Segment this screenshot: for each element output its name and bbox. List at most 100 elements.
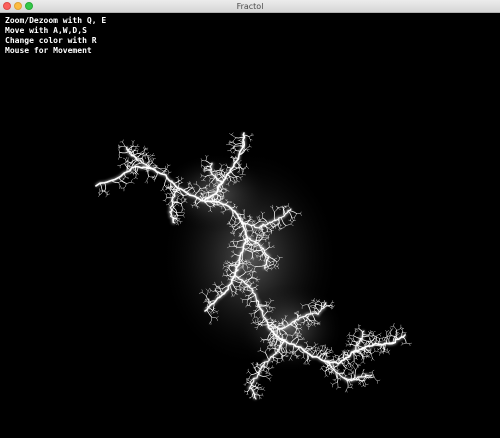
fractal-filament <box>342 350 344 353</box>
fractal-filament <box>134 147 137 151</box>
fractal-filament <box>151 153 154 156</box>
fractal-filament <box>260 387 263 389</box>
fractal-filament <box>328 368 330 373</box>
fractal-filament <box>166 163 169 166</box>
fractal-filament <box>146 176 150 182</box>
fractal-filament <box>269 377 272 380</box>
fractal-filament <box>378 351 381 354</box>
fractal-filament <box>400 343 403 346</box>
fractal-filament <box>246 371 249 374</box>
fractal-filament <box>130 145 132 147</box>
fractal-filament <box>348 363 350 367</box>
instruction-mouse: Mouse for Movement <box>5 46 92 55</box>
fractal-filament <box>247 393 249 396</box>
fractal-canvas[interactable]: Zoom/Dezoom with Q, E Move with A,W,D,S … <box>0 13 500 438</box>
app-window: Fractol Zoom/Dezoom with Q, E Move with … <box>0 0 500 438</box>
fractal-filament <box>248 371 252 375</box>
fractal-filament <box>144 145 146 149</box>
fractal-filament <box>348 332 351 336</box>
fractal-filament <box>345 344 348 347</box>
fractal-filament <box>335 357 339 359</box>
fractal-filament <box>132 140 135 143</box>
instructions-list: Zoom/Dezoom with Q, E Move with A,W,D,S … <box>5 16 106 56</box>
fractal-filament <box>259 397 261 400</box>
fractal-filament <box>361 381 364 386</box>
fractal-filament <box>348 339 350 342</box>
fractal-filament <box>104 190 108 196</box>
fractal-filament <box>122 139 124 143</box>
fractal-filament <box>373 376 378 382</box>
fractal-filament <box>370 353 373 359</box>
fractal-filament <box>402 336 407 344</box>
fractal-filament <box>341 360 347 369</box>
fractal-filament <box>243 391 246 393</box>
fractal-filament <box>368 354 371 357</box>
fractal-filament <box>345 367 352 371</box>
fractal-filament <box>248 136 251 140</box>
fractal-filament <box>227 150 231 152</box>
fractal-filament <box>137 173 140 175</box>
fractal-filament <box>379 351 385 354</box>
fractal-filament <box>364 353 367 356</box>
fractal-filament <box>269 378 271 382</box>
fractal-filament <box>409 342 412 345</box>
fractal-filament <box>136 173 138 176</box>
fractal-filament <box>405 342 410 345</box>
fractal-filament <box>386 330 389 333</box>
fractal-filament <box>250 139 253 141</box>
fractal-filament <box>355 365 359 371</box>
fractal-filament <box>336 386 339 390</box>
fractal-filament <box>343 372 346 376</box>
title-bar[interactable]: Fractol <box>0 0 500 13</box>
fractal-filament <box>379 332 382 335</box>
fractal-filament <box>362 356 365 363</box>
fractal-filament <box>125 156 128 160</box>
fractal-filament <box>250 300 259 302</box>
fractal-filament <box>397 333 401 335</box>
fractal-filament <box>385 330 388 333</box>
fractal-filament <box>345 343 348 346</box>
fractal-filament <box>151 157 154 160</box>
fractal-filament <box>136 147 138 150</box>
fractal-filament <box>358 380 360 384</box>
fractal-filament <box>125 181 132 184</box>
fractal-filament <box>267 372 270 374</box>
fractal-filament <box>362 372 366 375</box>
fractal-filament <box>136 145 140 147</box>
fractal-filament <box>379 334 381 337</box>
fractal-filament <box>247 379 251 382</box>
fractal-filament <box>263 369 267 372</box>
fractal-filament <box>146 152 149 155</box>
fractal-filament <box>377 349 379 351</box>
fractal-filament <box>368 335 371 340</box>
fractal-filament <box>99 190 103 195</box>
fractal-filament <box>250 395 253 398</box>
fractal-filament <box>152 162 156 166</box>
fractal-filament <box>152 158 154 163</box>
fractal-filament <box>259 395 261 399</box>
fractal-filament <box>118 152 120 158</box>
fractal-filament <box>402 331 406 334</box>
fractal-filament <box>368 331 370 333</box>
fractal-filament <box>127 161 132 163</box>
fractal-filament <box>256 388 259 394</box>
fractal-filament <box>143 147 145 151</box>
fractal-filament <box>349 337 353 342</box>
fractal-filament <box>105 194 108 198</box>
fractal-filament <box>341 354 344 356</box>
fractal-filament <box>366 342 370 345</box>
fractal-filament <box>321 368 326 372</box>
fractal-filament <box>267 368 269 374</box>
fractal-filament <box>334 377 338 381</box>
fractal-filament <box>396 332 399 334</box>
instruction-move: Move with A,W,D,S <box>5 26 87 35</box>
window-title: Fractol <box>236 2 264 11</box>
fractal-filament <box>136 144 139 147</box>
fractal-filament <box>152 178 155 180</box>
fractal-filament <box>106 190 110 193</box>
fractal-filament <box>261 394 264 397</box>
fractal-filament <box>120 163 125 166</box>
fractal-filament <box>348 334 354 337</box>
fractal-filament <box>330 382 334 385</box>
fractal-filament <box>364 348 370 351</box>
